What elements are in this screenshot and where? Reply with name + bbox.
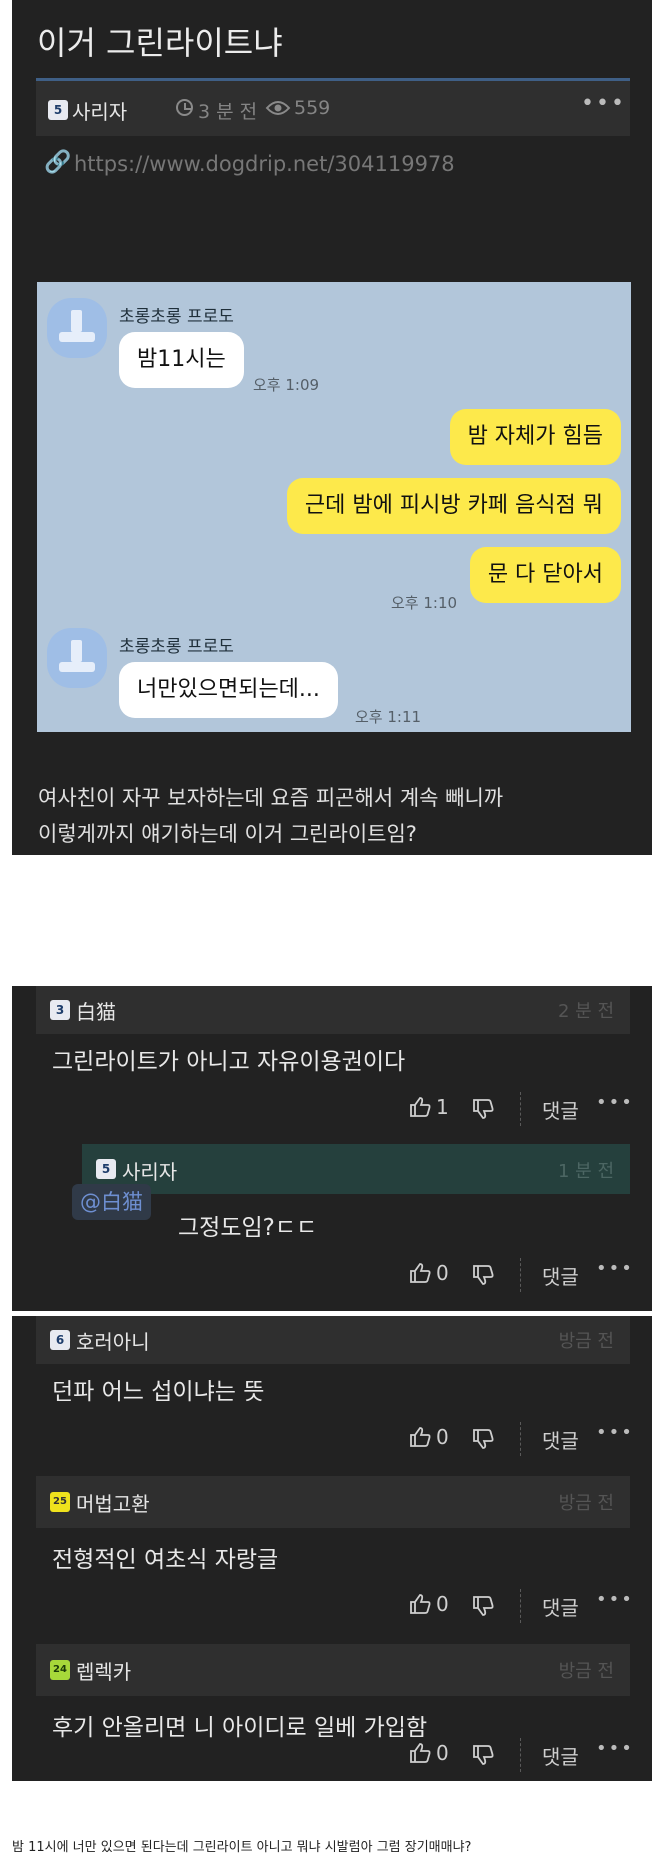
thumbs-up-icon[interactable] [409, 1742, 431, 1764]
more-icon[interactable]: ••• [596, 1258, 634, 1279]
chat-bubble-sent: 밤 자체가 힘듬 [449, 409, 621, 465]
more-icon[interactable]: ••• [596, 1589, 634, 1610]
comment-level-badge: 5 [96, 1159, 116, 1179]
comment-time: 방금 전 [558, 1331, 614, 1352]
comment-actions: 0 댓글 ••• [12, 1256, 652, 1294]
chat-screenshot: 초롱초롱 프로도 밤11시는 오후 1:09 밤 자체가 힘듬 근데 밤에 피시… [37, 282, 631, 732]
link-icon: 🔗 [44, 150, 72, 175]
reply-button[interactable]: 댓글 [542, 1261, 579, 1290]
post-title: 이거 그린라이트냐 [37, 24, 283, 62]
like-count: 0 [436, 1261, 449, 1285]
more-icon[interactable]: ••• [596, 1738, 634, 1759]
comment-actions: 0 댓글 ••• [12, 1420, 652, 1458]
comment-thread: 6 호러아니 방금 전 던파 어느 섭이냐는 뜻 0 댓글 ••• 25 머법고… [12, 1316, 652, 1781]
thumbs-down-icon[interactable] [472, 1595, 494, 1617]
chat-sender: 초롱초롱 프로도 [119, 307, 234, 327]
more-icon[interactable]: ••• [581, 91, 626, 116]
reply-header: 5 사리자 1 분 전 [82, 1144, 630, 1194]
comment-header: 24 렙렉카 방금 전 [36, 1644, 630, 1696]
reply-button[interactable]: 댓글 [542, 1592, 579, 1621]
comment-header: 25 머법고환 방금 전 [36, 1476, 630, 1528]
like-count: 0 [436, 1425, 449, 1449]
chat-bubble-sent: 근데 밤에 피시방 카페 음식점 뭐 [286, 478, 621, 534]
comment-text: 그린라이트가 아니고 자유이용권이다 [52, 1049, 406, 1075]
chat-time: 오후 1:10 [391, 594, 458, 612]
post-body-line: 이렇게까지 얘기하는데 이거 그린라이트임? [38, 822, 417, 846]
comment-actions: 0 댓글 ••• [12, 1736, 652, 1774]
comment-level-badge: 3 [50, 1000, 70, 1020]
chat-bubble-received: 너만있으면되는데... [119, 662, 338, 718]
post-meta-bar: 5 사리자 3 분 전 559 ••• [36, 78, 630, 136]
comment-author[interactable]: 白猫 [76, 996, 116, 1025]
avatar [47, 298, 107, 358]
like-count: 0 [436, 1741, 449, 1765]
comment-text: 던파 어느 섭이냐는 뜻 [52, 1379, 265, 1405]
comment-level-badge: 24 [50, 1660, 70, 1680]
comment-time: 방금 전 [558, 1493, 614, 1514]
reply-button[interactable]: 댓글 [542, 1095, 579, 1124]
chat-time: 오후 1:09 [253, 376, 320, 394]
thumbs-up-icon[interactable] [409, 1426, 431, 1448]
image-caption: 밤 11시에 너만 있으면 된다는데 그린라이트 아니고 뭐냐 시발럼아 그럼 … [12, 1840, 472, 1855]
post-panel: 이거 그린라이트냐 5 사리자 3 분 전 559 ••• 🔗 https://… [12, 0, 652, 855]
more-icon[interactable]: ••• [596, 1092, 634, 1113]
like-count: 0 [436, 1592, 449, 1616]
author-level-badge: 5 [48, 100, 68, 120]
comment-time: 2 분 전 [557, 1001, 614, 1022]
chat-sender: 초롱초롱 프로도 [119, 637, 234, 657]
thumbs-up-icon[interactable] [409, 1096, 431, 1118]
comment-text: 그정도임?ㄷㄷ [178, 1215, 318, 1241]
comment-header: 6 호러아니 방금 전 [36, 1316, 630, 1364]
like-count: 1 [436, 1095, 449, 1119]
comment-actions: 0 댓글 ••• [12, 1587, 652, 1625]
clock-icon [176, 99, 193, 116]
comment-author[interactable]: 머법고환 [76, 1488, 150, 1517]
comment-header: 3 白猫 2 분 전 [36, 986, 630, 1034]
post-time: 3 분 전 [198, 101, 258, 123]
thumbs-down-icon[interactable] [472, 1428, 494, 1450]
chat-bubble-sent: 문 다 닫아서 [469, 547, 621, 603]
reply-button[interactable]: 댓글 [542, 1741, 579, 1770]
post-views: 559 [294, 97, 331, 119]
comment-author[interactable]: 호러아니 [76, 1326, 150, 1355]
thumbs-up-icon[interactable] [409, 1593, 431, 1615]
comment-time: 1 분 전 [557, 1161, 614, 1182]
comment-level-badge: 25 [50, 1492, 70, 1512]
comment-author[interactable]: 사리자 [122, 1156, 177, 1185]
avatar [47, 628, 107, 688]
thumbs-down-icon[interactable] [472, 1098, 494, 1120]
thumbs-up-icon[interactable] [409, 1262, 431, 1284]
more-icon[interactable]: ••• [596, 1422, 634, 1443]
post-body-line: 여사친이 자꾸 보자하는데 요즘 피곤해서 계속 빼니까 [38, 786, 504, 810]
thumbs-down-icon[interactable] [472, 1264, 494, 1286]
post-link[interactable]: https://www.dogdrip.net/304119978 [74, 152, 455, 176]
comment-level-badge: 6 [50, 1330, 70, 1350]
comment-author[interactable]: 렙렉카 [76, 1656, 131, 1685]
thumbs-down-icon[interactable] [472, 1744, 494, 1766]
chat-bubble-received: 밤11시는 [119, 332, 244, 388]
chat-time: 오후 1:11 [355, 708, 422, 726]
comment-actions: 1 댓글 ••• [12, 1090, 652, 1128]
comment-time: 방금 전 [558, 1661, 614, 1682]
post-author[interactable]: 사리자 [72, 96, 127, 125]
comment-text: 전형적인 여초식 자랑글 [52, 1547, 279, 1573]
comment-thread: 3 白猫 2 분 전 그린라이트가 아니고 자유이용권이다 1 댓글 ••• 5… [12, 986, 652, 1311]
mention-tag[interactable]: @白猫 [72, 1184, 151, 1220]
reply-button[interactable]: 댓글 [542, 1425, 579, 1454]
eye-icon [265, 101, 291, 115]
